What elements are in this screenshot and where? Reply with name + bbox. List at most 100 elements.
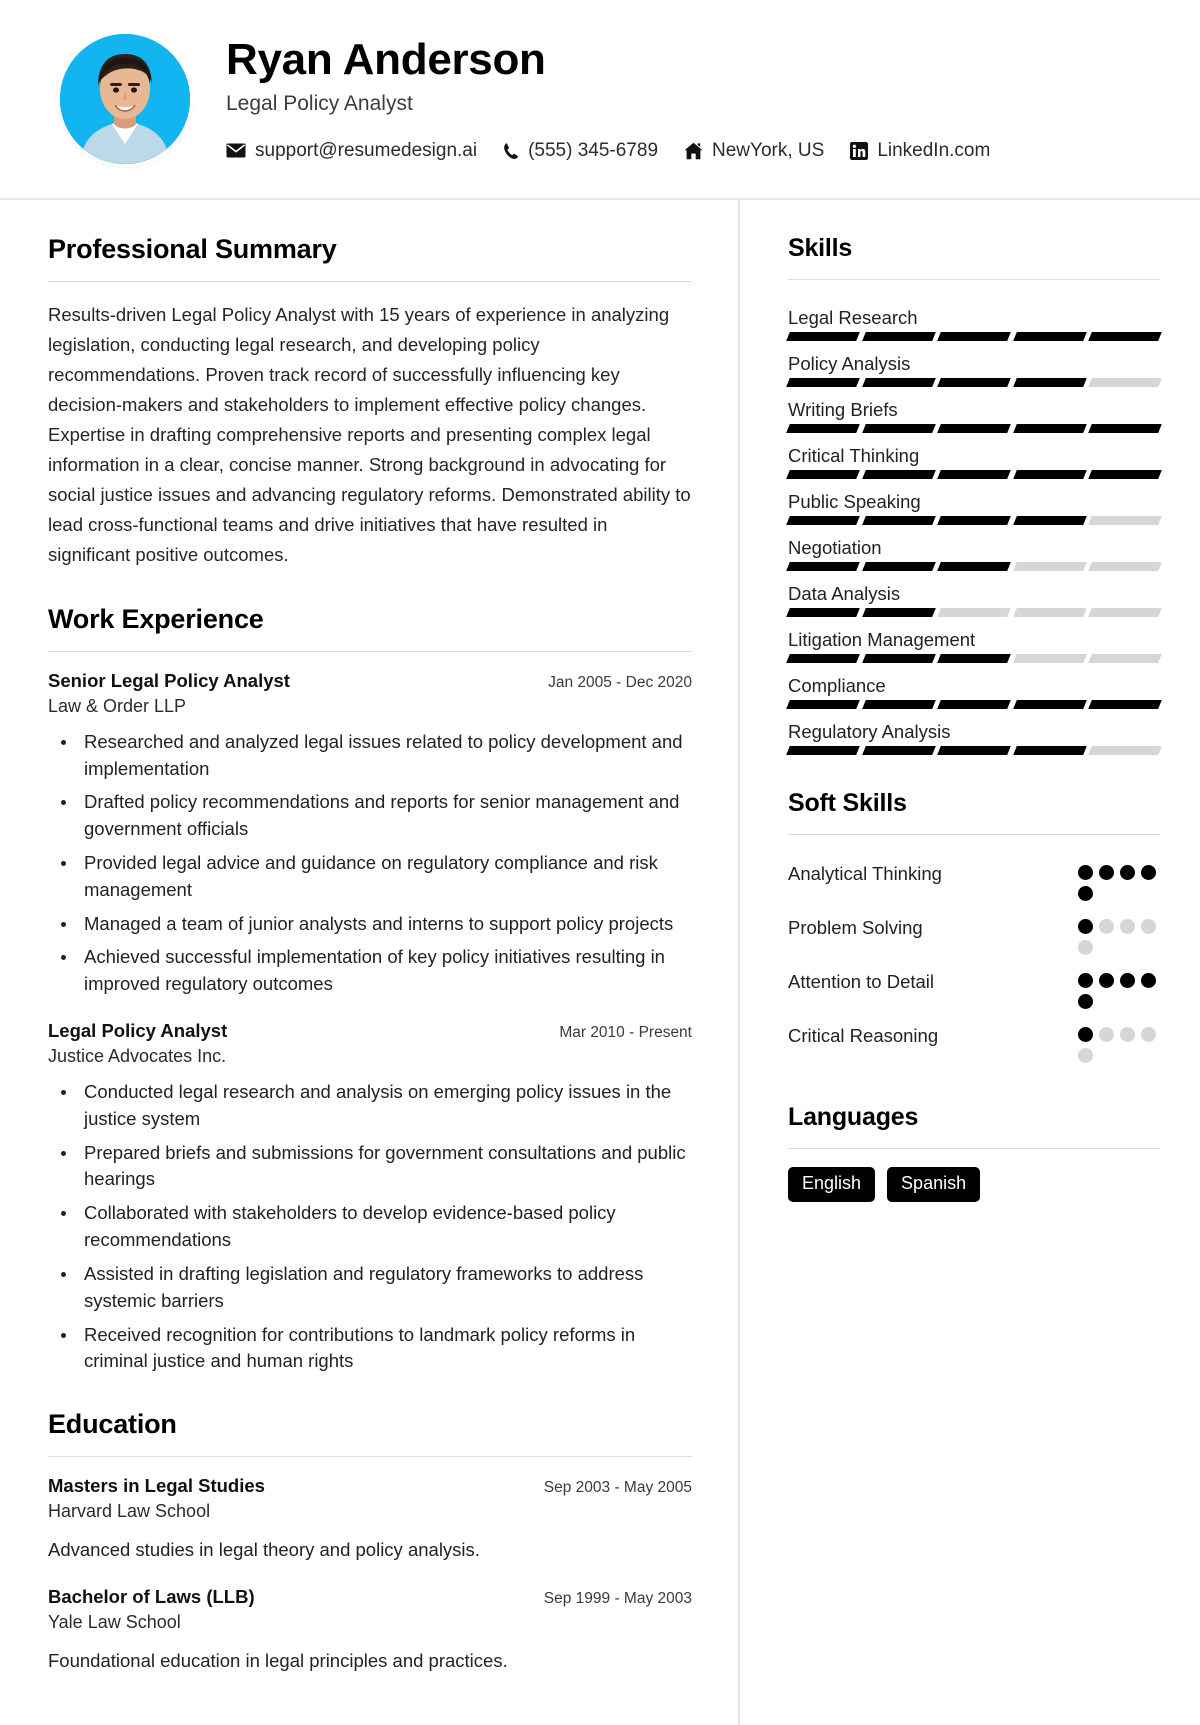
sidebar-column: Skills Legal Research Policy Analysis Writ… xyxy=(740,200,1200,1725)
skill-label: Negotiation xyxy=(788,537,882,558)
skill-level-bar xyxy=(786,608,1162,617)
education-entry-head: Masters in Legal Studies Sep 2003 - May … xyxy=(48,1475,692,1497)
section-heading-skills: Skills xyxy=(788,234,853,262)
experience-company: Justice Advocates Inc. xyxy=(48,1046,227,1067)
rating-dot xyxy=(1078,865,1093,880)
skill-row: Writing Briefs xyxy=(786,390,1162,433)
language-chip: English xyxy=(788,1167,876,1202)
experience-bullet-list: Researched and analyzed legal issues rel… xyxy=(48,729,692,998)
rating-dot xyxy=(1120,1027,1135,1042)
skill-label: Public Speaking xyxy=(788,491,921,512)
list-item: Achieved successful implementation of ke… xyxy=(78,944,692,998)
experience-company: Law & Order LLP xyxy=(48,695,187,716)
rating-dot xyxy=(1141,919,1156,934)
skill-label: Compliance xyxy=(788,675,886,696)
list-item: Researched and analyzed legal issues rel… xyxy=(78,729,692,783)
list-item: Drafted policy recommendations and repor… xyxy=(78,789,692,843)
summary-text: Results-driven Legal Policy Analyst with… xyxy=(48,304,691,565)
skill-bar-segment xyxy=(937,516,1011,525)
avatar xyxy=(60,34,190,164)
soft-skill-row: Problem Solving xyxy=(788,907,1160,961)
skill-bar-segment xyxy=(1088,424,1162,433)
skill-bar-segment xyxy=(786,562,860,571)
skill-label: Legal Research xyxy=(788,307,918,328)
contact-location-text: NewYork, US xyxy=(712,139,825,161)
list-item: Assisted in drafting legislation and reg… xyxy=(78,1261,692,1315)
rating-dot xyxy=(1099,1027,1114,1042)
skill-bar-segment xyxy=(1012,470,1087,479)
skill-bar-segment xyxy=(786,608,860,617)
skill-level-bar xyxy=(786,332,1162,341)
rating-dot xyxy=(1078,994,1093,1009)
rating-dot xyxy=(1120,865,1135,880)
skill-bar-segment xyxy=(937,562,1011,571)
list-item: Prepared briefs and submissions for gove… xyxy=(78,1140,692,1194)
skill-bar-segment xyxy=(937,608,1011,617)
experience-date: Mar 2010 - Present xyxy=(559,1024,692,1042)
divider xyxy=(48,281,692,282)
skill-level-bar xyxy=(786,378,1162,387)
skill-bar-segment xyxy=(937,700,1011,709)
skill-bar-segment xyxy=(861,332,936,341)
skill-bar-segment xyxy=(861,608,936,617)
phone-icon xyxy=(503,142,519,160)
skill-bar-segment xyxy=(1088,516,1162,525)
contact-phone[interactable]: (555) 345-6789 xyxy=(503,140,658,162)
skill-bar-segment xyxy=(1088,700,1162,709)
rating-dot xyxy=(1099,865,1114,880)
skill-level-bar xyxy=(786,700,1162,709)
soft-skill-label: Problem Solving xyxy=(788,917,923,938)
soft-skill-label: Analytical Thinking xyxy=(788,863,942,884)
contact-linkedin[interactable]: LinkedIn.com xyxy=(850,140,990,162)
skill-bar-segment xyxy=(937,424,1011,433)
skill-level-bar xyxy=(786,654,1162,663)
resume-body: Professional Summary Results-driven Lega… xyxy=(0,200,1200,1725)
profile-photo-illustration xyxy=(60,34,190,164)
skill-bar-segment xyxy=(1088,562,1162,571)
skill-row: Regulatory Analysis xyxy=(786,712,1162,755)
experience-role: Senior Legal Policy Analyst xyxy=(48,669,290,691)
divider xyxy=(48,1456,692,1458)
skill-level-bar xyxy=(786,562,1162,571)
experience-entry-head: Senior Legal Policy Analyst Jan 2005 - D… xyxy=(48,670,692,692)
skill-bar-segment xyxy=(1088,654,1162,663)
soft-skills-list: Analytical Thinking Problem Solving Attent… xyxy=(788,853,1160,1069)
skill-bar-segment xyxy=(786,746,860,755)
contact-location[interactable]: NewYork, US xyxy=(684,140,824,162)
section-soft-skills: Soft Skills Analytical Thinking Problem S… xyxy=(788,789,1160,1069)
skill-bar-segment xyxy=(786,332,860,341)
skill-label: Policy Analysis xyxy=(788,353,911,374)
education-entry-head: Bachelor of Laws (LLB) Sep 1999 - May 20… xyxy=(48,1586,692,1608)
skill-row: Data Analysis xyxy=(786,574,1162,617)
skill-row: Legal Research xyxy=(786,298,1162,341)
contact-linkedin-text: LinkedIn.com xyxy=(877,139,991,161)
soft-skill-row: Analytical Thinking xyxy=(788,853,1160,907)
linkedin-icon xyxy=(850,141,869,160)
skill-bar-segment xyxy=(786,654,860,663)
resume-header: Ryan Anderson Legal Policy Analyst suppo… xyxy=(0,0,1200,200)
section-heading-summary: Professional Summary xyxy=(48,234,337,264)
education-description: Advanced studies in legal theory and pol… xyxy=(48,1539,480,1561)
skill-bar-segment xyxy=(937,332,1011,341)
home-icon xyxy=(684,142,703,160)
skill-bar-segment xyxy=(861,700,936,709)
skill-bar-segment xyxy=(1088,332,1162,341)
languages-list: English Spanish xyxy=(788,1167,1160,1202)
soft-skill-rating xyxy=(1078,1023,1160,1063)
soft-skill-row: Critical Reasoning xyxy=(788,1015,1160,1069)
divider xyxy=(788,1148,1160,1149)
contact-email[interactable]: support@resumedesign.ai xyxy=(226,140,477,162)
section-heading-education: Education xyxy=(48,1409,177,1440)
skill-bar-segment xyxy=(1012,332,1087,341)
skill-bar-segment xyxy=(861,424,936,433)
skill-label: Litigation Management xyxy=(788,629,976,650)
envelope-icon xyxy=(226,143,246,158)
rating-dot xyxy=(1078,940,1093,955)
job-title: Legal Policy Analyst xyxy=(226,91,413,115)
list-item: Managed a team of junior analysts and in… xyxy=(78,911,692,938)
skill-bar-segment xyxy=(861,654,936,663)
skill-bar-segment xyxy=(1012,654,1087,663)
section-heading-experience: Work Experience xyxy=(48,603,264,634)
skill-bar-segment xyxy=(861,470,936,479)
skills-list: Legal Research Policy Analysis Writing Bri… xyxy=(786,298,1162,755)
